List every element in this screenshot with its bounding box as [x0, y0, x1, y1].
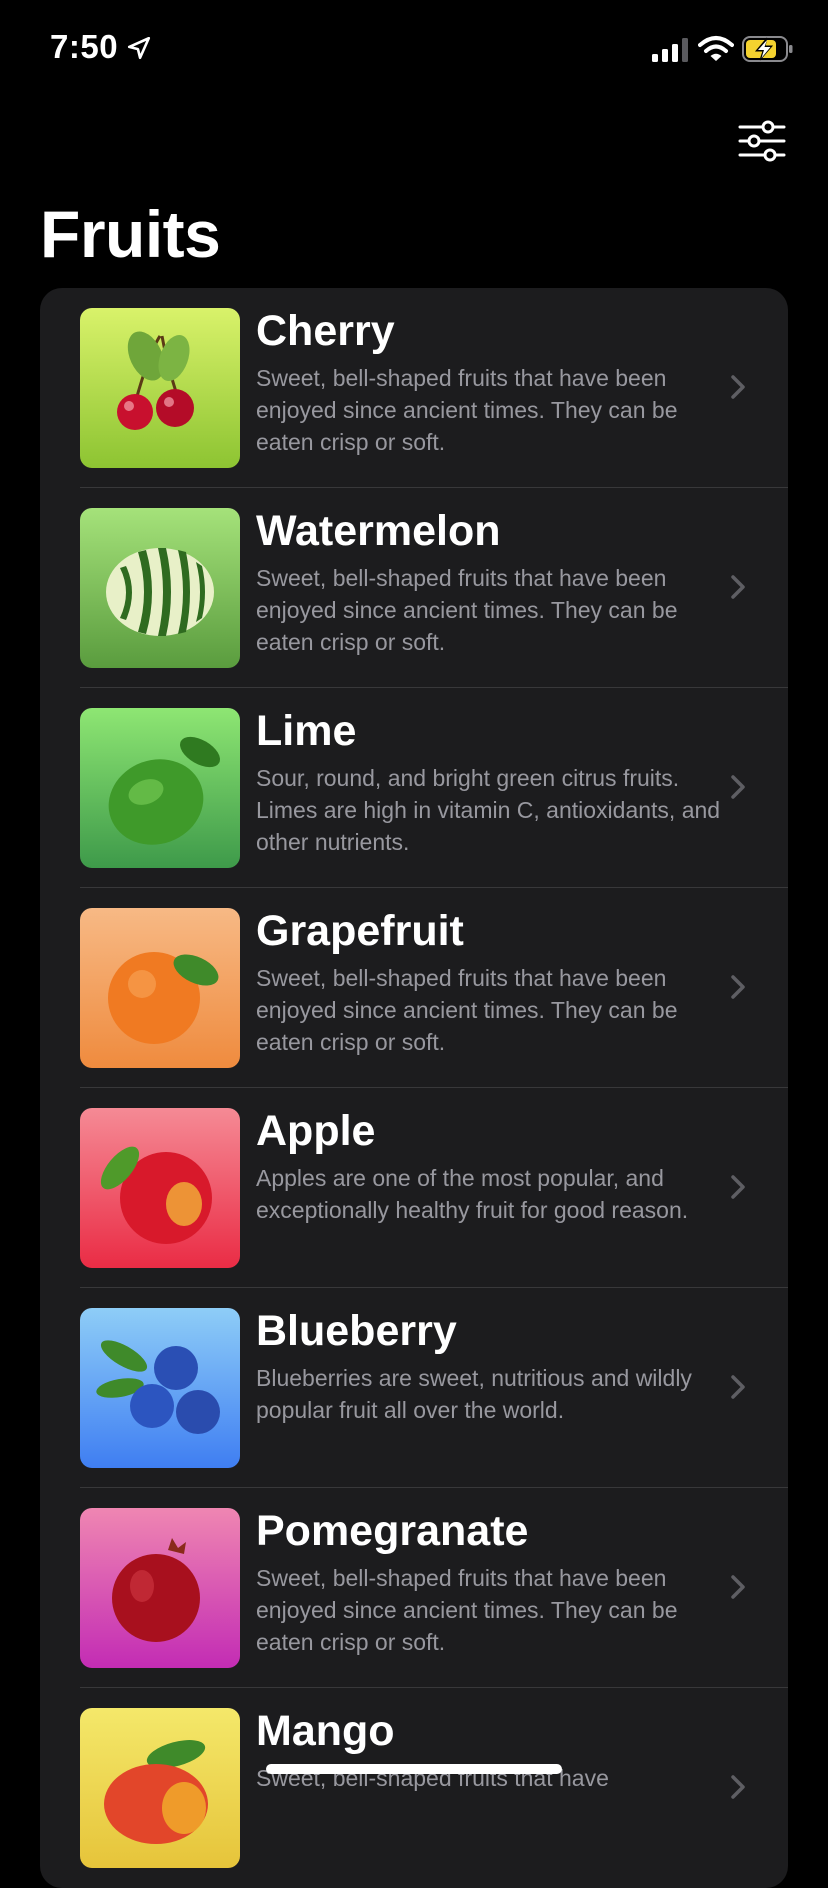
fruit-thumbnail [80, 908, 240, 1068]
fruit-list: Cherry Sweet, bell-shaped fruits that ha… [40, 288, 788, 1888]
chevron-right-icon [731, 1575, 745, 1599]
fruit-name: Cherry [256, 307, 395, 355]
fruit-thumbnail [80, 1308, 240, 1468]
fruit-thumbnail [80, 308, 240, 468]
cellular-signal-icon [652, 38, 688, 62]
fruit-row-apple[interactable]: Apple Apples are one of the most popular… [40, 1088, 788, 1288]
fruit-row-lime[interactable]: Lime Sour, round, and bright green citru… [40, 688, 788, 888]
fruit-row-cherry[interactable]: Cherry Sweet, bell-shaped fruits that ha… [40, 288, 788, 488]
fruit-thumbnail [80, 1508, 240, 1668]
fruit-row-grapefruit[interactable]: Grapefruit Sweet, bell-shaped fruits tha… [40, 888, 788, 1088]
chevron-right-icon [731, 575, 745, 599]
chevron-right-icon [731, 775, 745, 799]
fruit-description: Sour, round, and bright green citrus fru… [256, 765, 721, 855]
fruit-name: Pomegranate [256, 1507, 529, 1555]
fruit-description: Apples are one of the most popular, and … [256, 1165, 689, 1223]
home-indicator[interactable] [266, 1764, 562, 1774]
pomegranate-icon [80, 1508, 240, 1668]
apple-icon [80, 1108, 240, 1268]
fruit-description: Sweet, bell-shaped fruits that have been… [256, 365, 678, 455]
fruit-thumbnail [80, 1108, 240, 1268]
fruit-thumbnail [80, 508, 240, 668]
cherry-icon [80, 308, 240, 468]
fruit-description: Blueberries are sweet, nutritious and wi… [256, 1365, 692, 1423]
lime-icon [80, 708, 240, 868]
fruit-thumbnail [80, 708, 240, 868]
wifi-icon [698, 36, 734, 61]
blueberry-icon [80, 1308, 240, 1468]
fruit-thumbnail [80, 1708, 240, 1868]
fruit-description: Sweet, bell-shaped fruits that have been… [256, 965, 678, 1055]
chevron-right-icon [731, 1375, 745, 1399]
location-arrow-icon [127, 36, 151, 60]
fruit-row-pomegranate[interactable]: Pomegranate Sweet, bell-shaped fruits th… [40, 1488, 788, 1688]
fruit-description: Sweet, bell-shaped fruits that have been… [256, 1565, 678, 1655]
battery-charging-icon [742, 36, 793, 62]
fruit-name: Grapefruit [256, 907, 464, 955]
fruit-row-mango[interactable]: Mango Sweet, bell-shaped fruits that hav… [40, 1688, 788, 1888]
status-time: 7:50 [50, 28, 119, 65]
fruit-description: Sweet, bell-shaped fruits that have been… [256, 565, 678, 655]
status-bar: 7:50 [0, 0, 828, 100]
chevron-right-icon [731, 975, 745, 999]
chevron-right-icon [731, 375, 745, 399]
page-title: Fruits [40, 197, 221, 271]
fruit-name: Mango [256, 1707, 395, 1755]
mango-icon [80, 1708, 240, 1868]
fruit-name: Apple [256, 1107, 376, 1155]
grapefruit-icon [80, 908, 240, 1068]
fruit-name: Watermelon [256, 507, 501, 555]
filter-sliders-icon[interactable] [738, 120, 786, 162]
chevron-right-icon [731, 1175, 745, 1199]
fruit-name: Blueberry [256, 1307, 457, 1355]
watermelon-icon [80, 508, 240, 668]
fruit-row-watermelon[interactable]: Watermelon Sweet, bell-shaped fruits tha… [40, 488, 788, 688]
chevron-right-icon [731, 1775, 745, 1799]
fruit-name: Lime [256, 707, 357, 755]
fruit-row-blueberry[interactable]: Blueberry Blueberries are sweet, nutriti… [40, 1288, 788, 1488]
